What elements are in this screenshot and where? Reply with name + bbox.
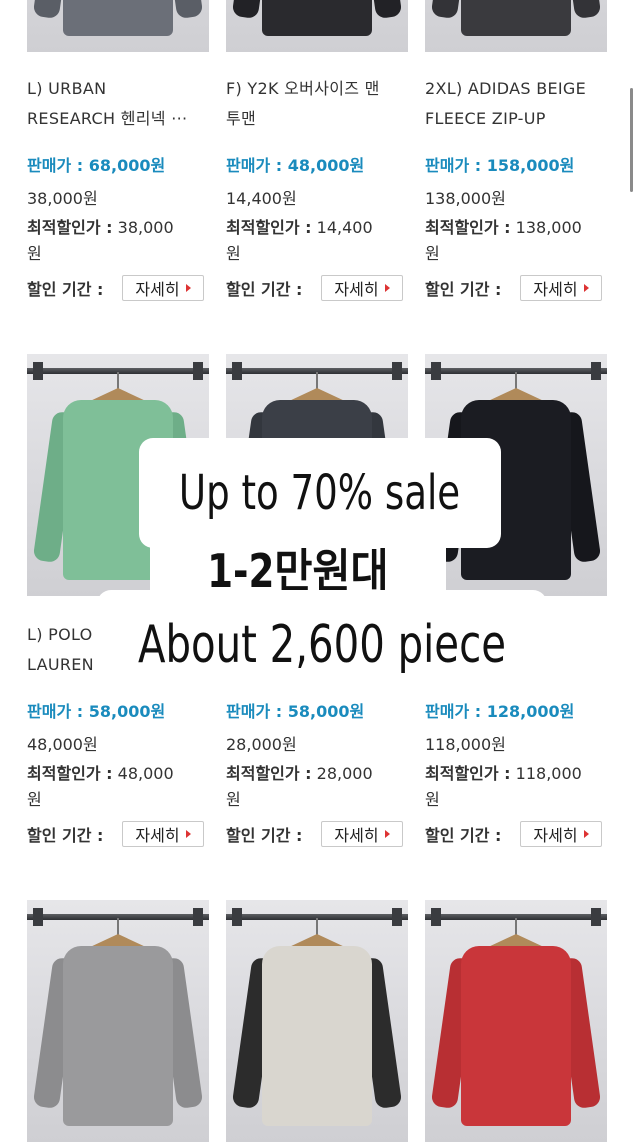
discount-period-label: 할인 기간 : [27,826,104,845]
best-label: 최적할인가 : [425,764,511,783]
original-price: 118,000원 [425,735,506,754]
product-image[interactable] [425,900,607,1142]
product-name-line: RESEARCH 헨리넥 ··· [27,109,188,128]
best-discount-price: 최적할인가 : 38,000 원 [27,215,209,267]
scrollbar[interactable] [630,88,633,192]
original-price: 14,400원 [226,189,297,208]
best-value: 48,000 [117,764,174,783]
product-name-line: 투맨 [226,109,257,128]
price-value: 68,000원 [88,156,166,175]
price-label: 판매가 : [27,156,84,175]
best-unit: 원 [425,790,440,809]
best-unit: 원 [226,790,241,809]
detail-button-label: 자세히 [334,826,379,845]
product-name-line: F) Y2K 오버사이즈 맨 [226,79,380,98]
product-image[interactable] [27,0,209,52]
best-discount-price: 최적할인가 : 28,000 원 [226,761,408,813]
sale-price: 판매가 : 68,000원 [27,152,165,176]
best-unit: 원 [226,244,241,263]
play-arrow-icon [185,830,191,838]
detail-button[interactable]: 자세히 [122,821,204,847]
price-label: 판매가 : [226,702,283,721]
detail-button[interactable]: 자세히 [122,275,204,301]
original-price: 48,000원 [27,735,98,754]
detail-button[interactable]: 자세히 [321,821,403,847]
discount-period-label: 할인 기간 : [27,280,104,299]
discount-period-label: 할인 기간 : [425,280,502,299]
product-name-line: F ZIP··· [425,655,483,674]
product-image[interactable] [226,354,408,596]
product-image[interactable] [27,354,209,596]
best-discount-price: 최적할인가 : 118,000 원 [425,761,607,813]
product-name-line: 2XL) ADIDAS BEIGE [425,79,587,98]
detail-button[interactable]: 자세히 [520,821,602,847]
price-label: 판매가 : [27,702,84,721]
product-name-line: L) POLO [27,625,93,644]
play-arrow-icon [185,284,191,292]
product-name-line: BIG [425,625,454,644]
detail-button-label: 자세히 [334,280,379,299]
best-unit: 원 [425,244,440,263]
product-name-line: L) URBAN [27,79,107,98]
price-value: 158,000원 [486,156,575,175]
best-label: 최적할인가 : [226,218,312,237]
play-arrow-icon [583,830,589,838]
price-label: 판매가 : [425,702,482,721]
product-name[interactable]: BIG F ZIP··· [425,620,607,680]
original-price: 28,000원 [226,735,297,754]
best-label: 최적할인가 : [425,218,511,237]
product-name-line: FLEECE ZIP-UP [425,109,546,128]
best-value: 138,000 [515,218,582,237]
price-value: 58,000원 [287,702,365,721]
discount-period-label: 할인 기간 : [226,826,303,845]
best-discount-price: 최적할인가 : 138,000 원 [425,215,607,267]
best-unit: 원 [27,244,42,263]
product-name[interactable]: L) POLO LAUREN [27,620,209,680]
product-image[interactable] [226,900,408,1142]
sale-price: 판매가 : 158,000원 [425,152,574,176]
product-name[interactable]: F) Y2K 오버사이즈 맨 투맨 [226,74,408,134]
product-grid: L) URBAN RESEARCH 헨리넥 ··· 판매가 : 68,000원 … [0,0,640,1142]
product-image[interactable] [425,354,607,596]
best-value: 28,000 [316,764,373,783]
best-value: 38,000 [117,218,174,237]
best-discount-price: 최적할인가 : 14,400 원 [226,215,408,267]
discount-period-label: 할인 기간 : [425,826,502,845]
discount-period-label: 할인 기간 : [226,280,303,299]
best-label: 최적할인가 : [27,218,113,237]
play-arrow-icon [583,284,589,292]
play-arrow-icon [384,830,390,838]
product-image[interactable] [27,900,209,1142]
sale-price: 판매가 : 58,000원 [226,698,364,722]
sale-price: 판매가 : 58,000원 [27,698,165,722]
detail-button-label: 자세히 [135,826,180,845]
product-image[interactable] [425,0,607,52]
detail-button[interactable]: 자세히 [520,275,602,301]
best-discount-price: 최적할인가 : 48,000 원 [27,761,209,813]
best-value: 118,000 [515,764,582,783]
price-label: 판매가 : [425,156,482,175]
original-price: 38,000원 [27,189,98,208]
product-name-line: LAUREN [27,655,94,674]
price-value: 128,000원 [486,702,575,721]
best-unit: 원 [27,790,42,809]
best-label: 최적할인가 : [27,764,113,783]
detail-button-label: 자세히 [135,280,180,299]
best-label: 최적할인가 : [226,764,312,783]
original-price: 138,000원 [425,189,506,208]
product-image[interactable] [226,0,408,52]
play-arrow-icon [384,284,390,292]
price-label: 판매가 : [226,156,283,175]
product-name[interactable]: 2XL) ADIDAS BEIGE FLEECE ZIP-UP [425,74,607,134]
product-name[interactable]: L) URBAN RESEARCH 헨리넥 ··· [27,74,209,134]
detail-button-label: 자세히 [533,826,578,845]
sale-price: 판매가 : 48,000원 [226,152,364,176]
sale-price: 판매가 : 128,000원 [425,698,574,722]
price-value: 58,000원 [88,702,166,721]
price-value: 48,000원 [287,156,365,175]
detail-button-label: 자세히 [533,280,578,299]
detail-button[interactable]: 자세히 [321,275,403,301]
best-value: 14,400 [316,218,373,237]
